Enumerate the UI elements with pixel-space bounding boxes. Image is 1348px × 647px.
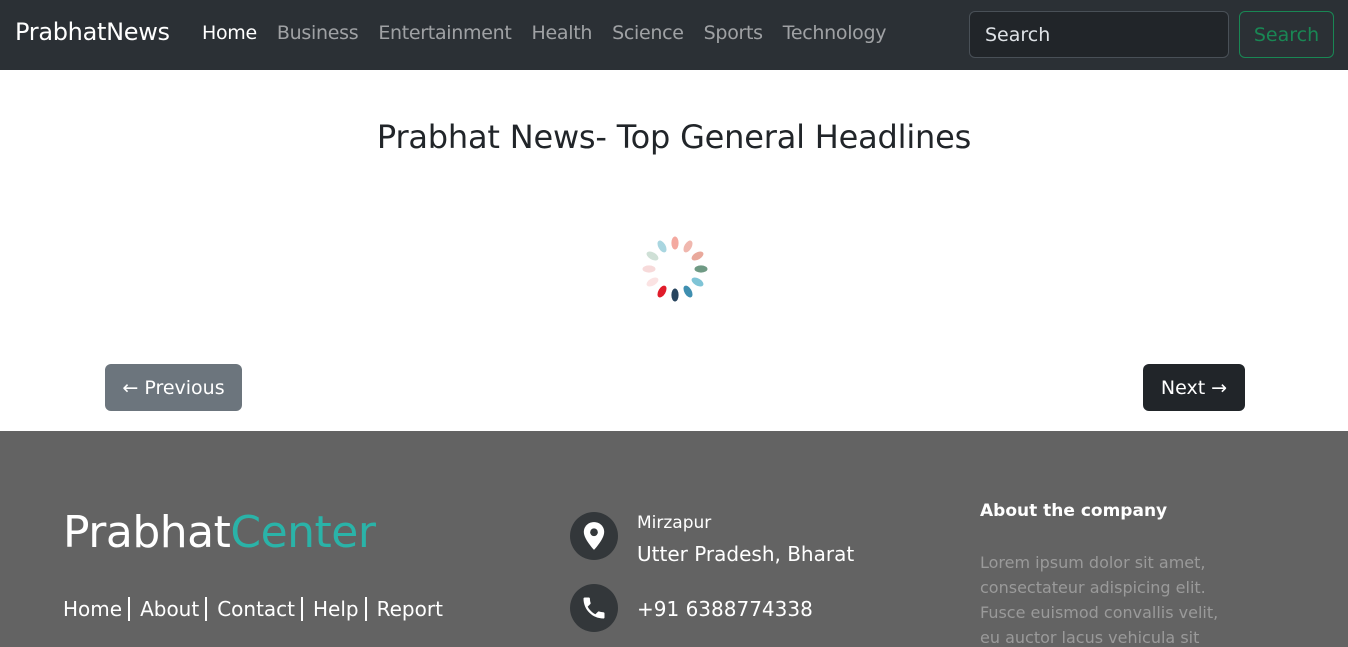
- nav-link-science[interactable]: Science: [612, 22, 684, 44]
- footer-link-home[interactable]: Home: [63, 597, 122, 621]
- address-state: Utter Pradesh, Bharat: [637, 542, 855, 566]
- location-pin-icon: [570, 512, 618, 560]
- brand-logo[interactable]: PrabhatNews: [15, 18, 170, 46]
- footer-logo: PrabhatCenter: [63, 507, 376, 558]
- nav-link-home[interactable]: Home: [202, 22, 257, 44]
- nav-link-health[interactable]: Health: [532, 22, 593, 44]
- footer: PrabhatCenter Home About Contact Help Re…: [0, 431, 1348, 647]
- loading-spinner-icon: [642, 236, 708, 302]
- spinner-petal: [683, 285, 693, 298]
- spinner-petal: [646, 277, 659, 287]
- nav-link-entertainment[interactable]: Entertainment: [378, 22, 512, 44]
- spinner-petal: [691, 277, 704, 287]
- spinner-petal: [671, 288, 679, 302]
- footer-logo-part1: Prabhat: [63, 507, 231, 558]
- spinner-petal: [691, 251, 704, 261]
- nav-links: Home Business Entertainment Health Scien…: [202, 22, 906, 44]
- footer-link-contact[interactable]: Contact: [217, 597, 295, 621]
- nav-link-technology[interactable]: Technology: [783, 22, 887, 44]
- page-title: Prabhat News- Top General Headlines: [376, 118, 972, 156]
- search-button[interactable]: Search: [1239, 11, 1334, 58]
- spinner-petal: [646, 251, 659, 261]
- top-navbar: PrabhatNews Home Business Entertainment …: [0, 0, 1348, 70]
- link-divider: [205, 597, 208, 621]
- spinner-petal: [683, 240, 693, 253]
- spinner-petal: [657, 285, 667, 298]
- footer-link-about[interactable]: About: [140, 597, 199, 621]
- spinner-petal: [671, 236, 679, 250]
- footer-link-report[interactable]: Report: [377, 597, 443, 621]
- nav-link-sports[interactable]: Sports: [704, 22, 763, 44]
- phone-icon: [570, 584, 618, 632]
- about-title: About the company: [980, 501, 1168, 521]
- spinner-petal: [657, 240, 667, 253]
- spinner-petal: [694, 265, 708, 273]
- nav-link-business[interactable]: Business: [277, 22, 359, 44]
- next-button[interactable]: Next →: [1143, 364, 1245, 411]
- address-city: Mirzapur: [637, 513, 712, 533]
- footer-links: Home About Contact Help Report: [63, 597, 443, 621]
- link-divider: [301, 597, 304, 621]
- spinner-petal: [642, 265, 656, 273]
- about-text: Lorem ipsum dolor sit amet, consectateur…: [980, 553, 1219, 647]
- search-input[interactable]: [969, 11, 1229, 58]
- previous-button[interactable]: ← Previous: [105, 364, 242, 411]
- footer-link-help[interactable]: Help: [313, 597, 359, 621]
- link-divider: [128, 597, 131, 621]
- footer-logo-part2: Center: [230, 507, 376, 558]
- phone-number: +91 6388774338: [637, 597, 813, 621]
- link-divider: [364, 597, 367, 621]
